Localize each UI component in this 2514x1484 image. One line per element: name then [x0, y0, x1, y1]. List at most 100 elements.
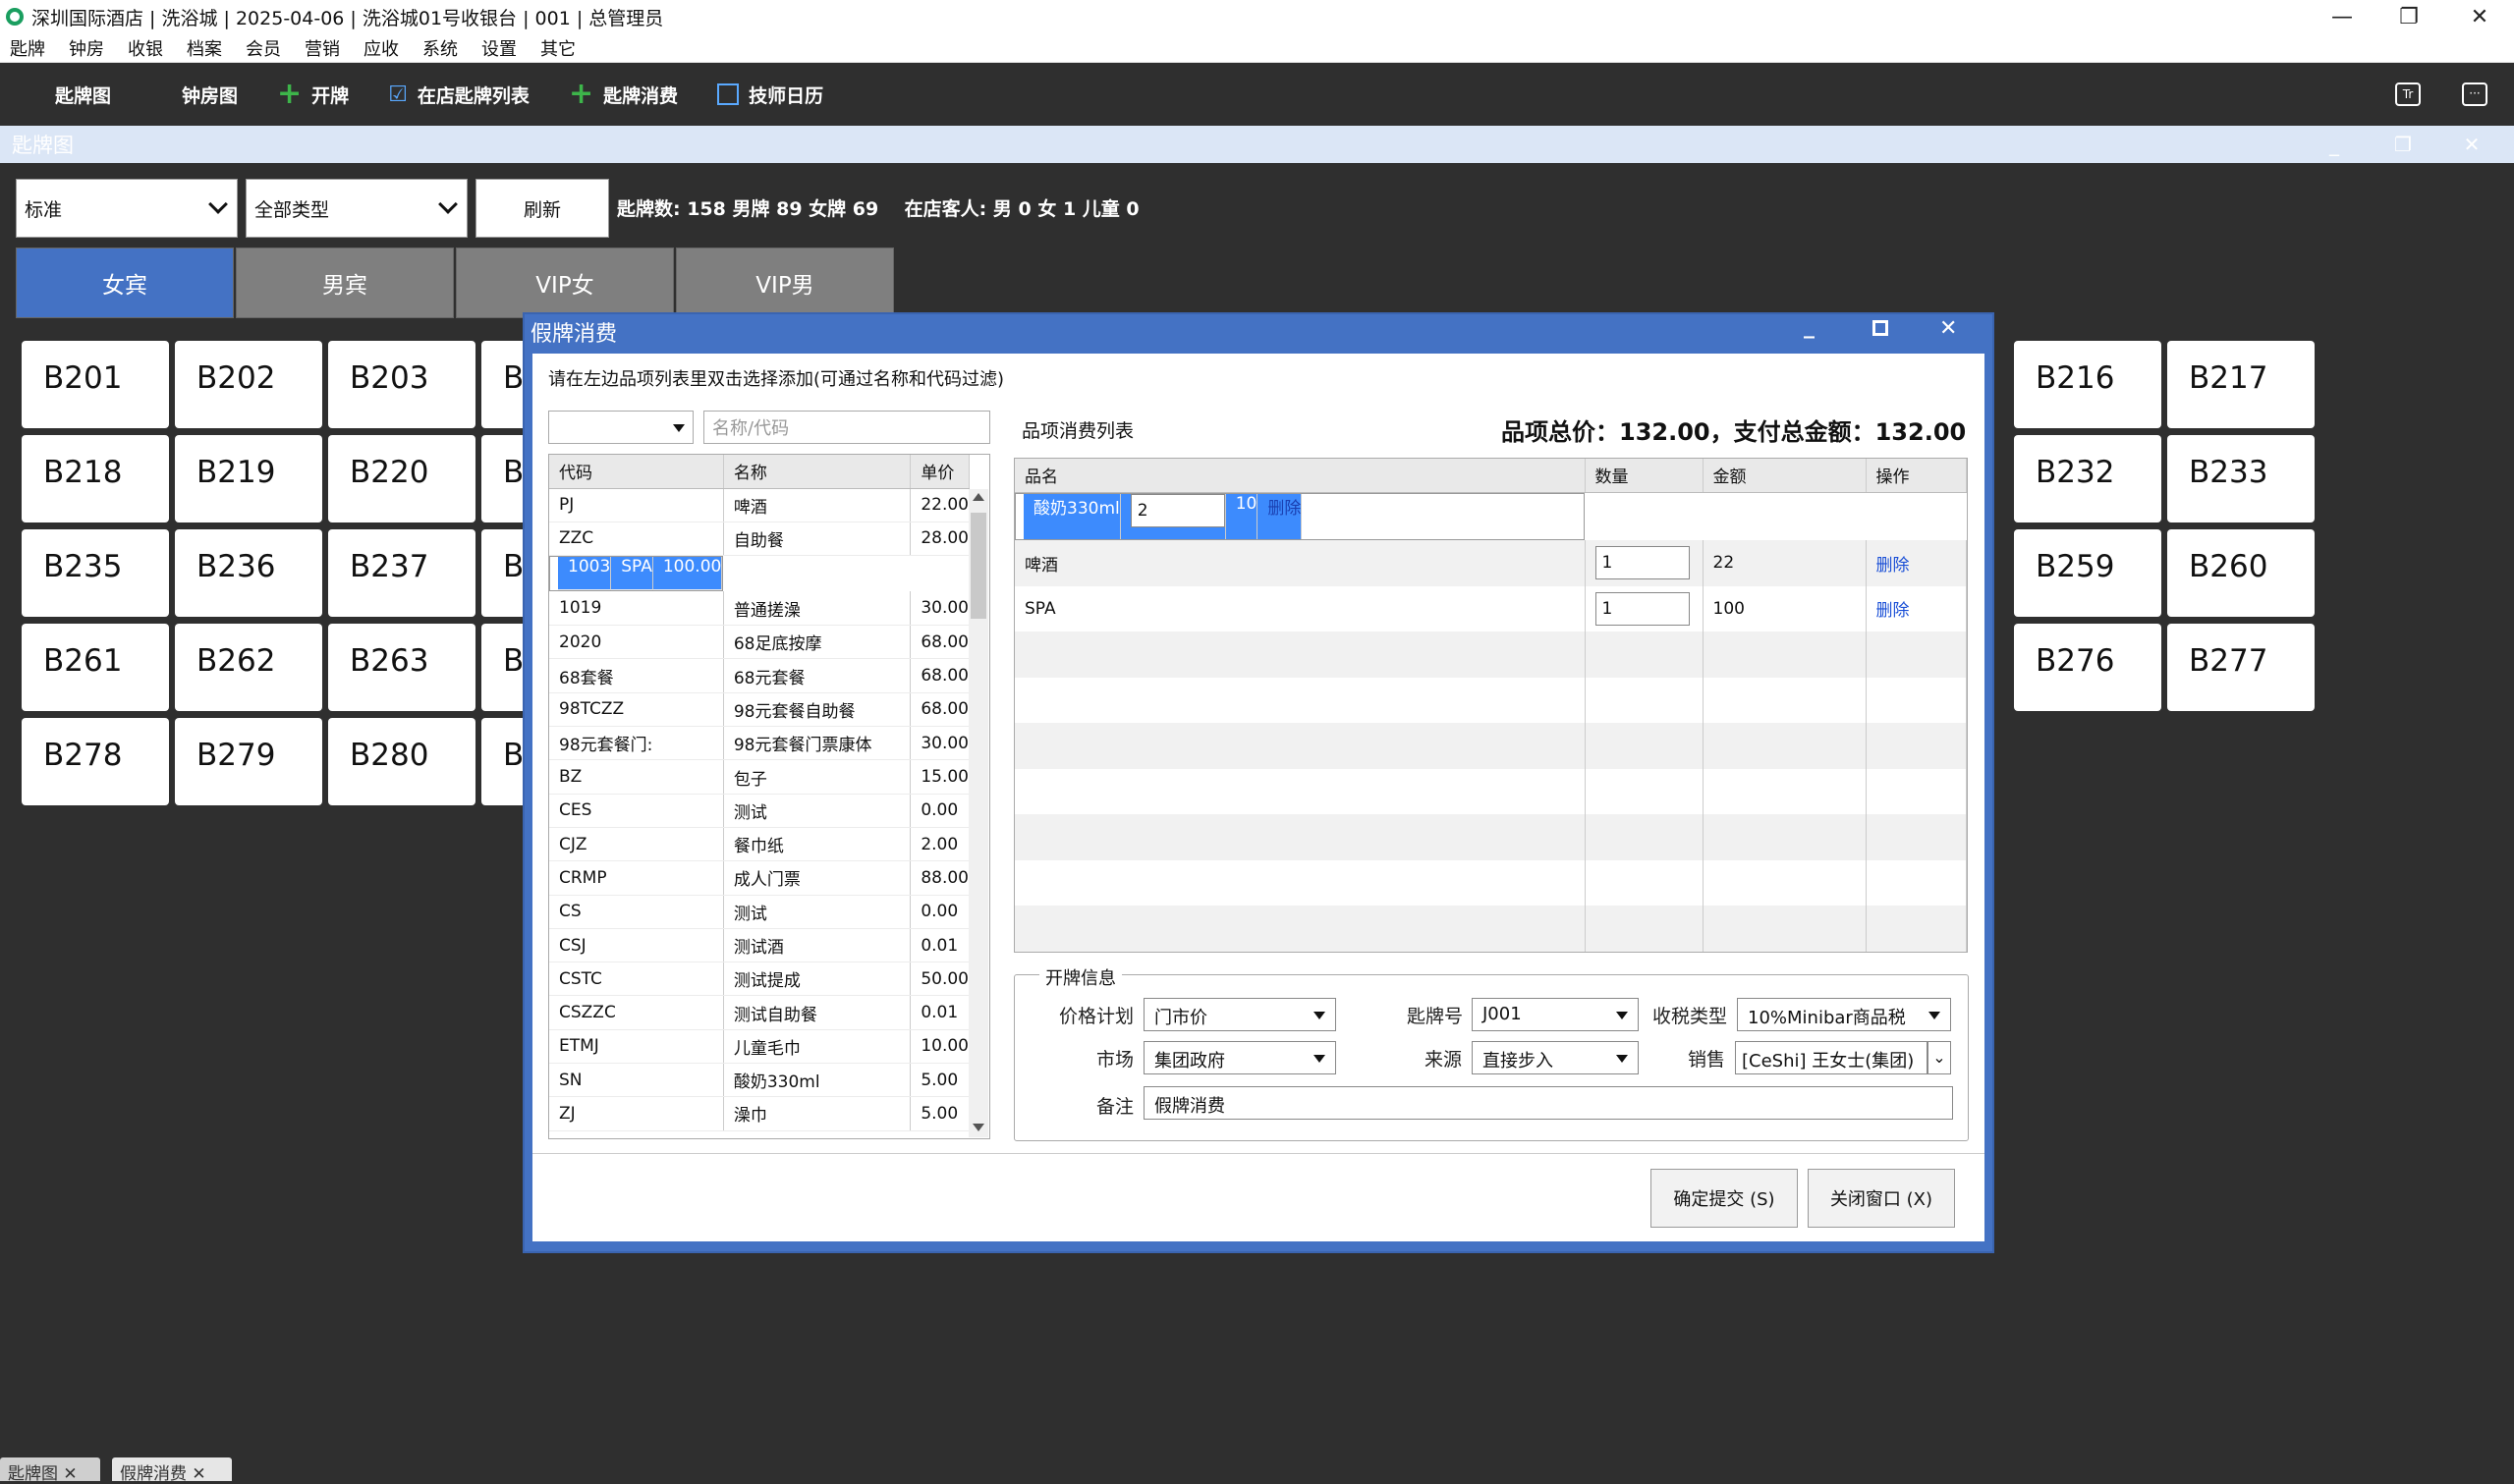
menu-item[interactable]: 档案: [187, 35, 222, 61]
room-card[interactable]: B201: [22, 341, 169, 428]
list-item[interactable]: 68套餐 68元套餐 68.00: [549, 658, 970, 693]
list-item[interactable]: CES 测试 0.00: [549, 794, 970, 828]
tab-female[interactable]: 女宾: [16, 247, 234, 318]
price-plan-select[interactable]: 门市价: [1144, 998, 1336, 1031]
col-name[interactable]: 名称: [723, 455, 912, 489]
scroll-up-icon[interactable]: [973, 493, 984, 501]
menu-item[interactable]: 设置: [481, 35, 517, 61]
delete-link[interactable]: 删除: [1267, 499, 1301, 519]
room-card[interactable]: B218: [22, 435, 169, 522]
market-select[interactable]: 集团政府: [1144, 1041, 1336, 1074]
room-card[interactable]: B220: [328, 435, 475, 522]
table-row[interactable]: [1015, 768, 1967, 814]
type-select[interactable]: 全部类型: [246, 179, 468, 238]
table-row[interactable]: [1015, 632, 1967, 678]
room-card[interactable]: B233: [2167, 435, 2315, 522]
table-row[interactable]: 啤酒 1 22 删除: [1015, 540, 1967, 586]
table-row[interactable]: [1015, 723, 1967, 769]
dialog-close-button[interactable]: ✕: [1939, 316, 1957, 341]
room-card[interactable]: B280: [328, 718, 475, 805]
table-row[interactable]: [1015, 906, 1967, 952]
scrollbar-thumb[interactable]: [971, 513, 986, 619]
toolbar-card-consume-button[interactable]: + 匙牌消费: [569, 80, 678, 109]
subwindow-restore-button[interactable]: ❐: [2383, 126, 2423, 163]
room-card[interactable]: B235: [22, 529, 169, 617]
menu-item[interactable]: 其它: [540, 35, 576, 61]
sales-select[interactable]: [CeShi] 王女士(集团): [1735, 1041, 1927, 1074]
card-number-select[interactable]: J001: [1472, 998, 1639, 1031]
room-card[interactable]: B259: [2014, 529, 2161, 617]
dialog-minimize-button[interactable]: _: [1804, 314, 1815, 339]
source-select[interactable]: 直接步入: [1472, 1041, 1639, 1074]
list-item[interactable]: 1019 普通搓澡 30.00: [549, 591, 970, 627]
room-card[interactable]: B277: [2167, 624, 2315, 711]
minimize-button[interactable]: —: [2309, 0, 2375, 33]
list-item[interactable]: CS 测试 0.00: [549, 895, 970, 929]
toolbar-clock-room-button[interactable]: 钟房图: [150, 82, 238, 108]
close-icon[interactable]: ✕: [63, 1464, 77, 1484]
bottom-tab-fake-consume[interactable]: 假牌消费 ✕: [112, 1457, 232, 1484]
close-icon[interactable]: ✕: [192, 1464, 205, 1484]
note-input[interactable]: 假牌消费: [1144, 1086, 1953, 1120]
menu-item[interactable]: 系统: [422, 35, 458, 61]
room-card[interactable]: B237: [328, 529, 475, 617]
list-item[interactable]: CJZ 餐巾纸 2.00: [549, 827, 970, 862]
room-card[interactable]: B219: [175, 435, 322, 522]
room-card[interactable]: B217: [2167, 341, 2315, 428]
submit-button[interactable]: 确定提交 (S): [1650, 1169, 1798, 1228]
menu-item[interactable]: 营销: [305, 35, 340, 61]
menu-item[interactable]: 匙牌: [10, 35, 45, 61]
tab-vip-female[interactable]: VIP女: [456, 247, 674, 318]
menu-item[interactable]: 会员: [246, 35, 281, 61]
list-item[interactable]: 2020 68足底按摩 68.00: [549, 625, 970, 660]
room-card[interactable]: B236: [175, 529, 322, 617]
refresh-button[interactable]: 刷新: [475, 179, 609, 238]
menu-item[interactable]: 应收: [363, 35, 399, 61]
room-card[interactable]: B232: [2014, 435, 2161, 522]
list-item[interactable]: CSTC 测试提成 50.00: [549, 962, 970, 997]
room-card[interactable]: B262: [175, 624, 322, 711]
list-item[interactable]: CRMP 成人门票 88.00: [549, 860, 970, 896]
col-item-name[interactable]: 品名: [1015, 459, 1586, 493]
room-card[interactable]: B279: [175, 718, 322, 805]
delete-link[interactable]: 删除: [1876, 556, 1910, 576]
scrollbar[interactable]: [969, 489, 988, 1137]
menu-item[interactable]: 钟房: [69, 35, 104, 61]
table-row[interactable]: 酸奶330ml 2 10 删除: [1015, 492, 1585, 540]
qty-input[interactable]: 2: [1130, 493, 1225, 527]
mode-select[interactable]: 标准: [16, 179, 238, 238]
room-card[interactable]: B263: [328, 624, 475, 711]
room-card[interactable]: B202: [175, 341, 322, 428]
menu-item[interactable]: 收银: [128, 35, 163, 61]
list-item[interactable]: CSZZC 测试自助餐 0.01: [549, 995, 970, 1030]
list-item[interactable]: PJ 啤酒 22.00: [549, 488, 970, 522]
scroll-down-icon[interactable]: [973, 1124, 984, 1131]
list-item[interactable]: 1003 SPA 100.00: [549, 556, 724, 592]
col-qty[interactable]: 数量: [1585, 459, 1704, 493]
double-chevron-down-icon[interactable]: ⌄: [1927, 1041, 1951, 1074]
col-code[interactable]: 代码: [549, 455, 724, 489]
list-item[interactable]: BZ 包子 15.00: [549, 759, 970, 795]
item-search-input[interactable]: 名称/代码: [703, 411, 990, 444]
list-item[interactable]: CSJ 测试酒 0.01: [549, 928, 970, 963]
list-item[interactable]: SN 酸奶330ml 5.00: [549, 1063, 970, 1098]
table-row[interactable]: SPA 1 100 删除: [1015, 585, 1967, 632]
toolbar-card-map-button[interactable]: 匙牌图: [24, 82, 111, 108]
room-card[interactable]: B261: [22, 624, 169, 711]
room-card[interactable]: B260: [2167, 529, 2315, 617]
font-size-icon[interactable]: Tr: [2395, 82, 2421, 106]
room-card[interactable]: B276: [2014, 624, 2161, 711]
room-card[interactable]: B203: [328, 341, 475, 428]
message-icon[interactable]: ···: [2462, 82, 2487, 106]
toolbar-open-card-button[interactable]: + 开牌: [277, 80, 349, 109]
room-card[interactable]: B216: [2014, 341, 2161, 428]
list-item[interactable]: 98TCZZ 98元套餐自助餐 68.00: [549, 692, 970, 728]
toolbar-in-store-list-button[interactable]: ☑ 在店匙牌列表: [388, 82, 530, 108]
close-button[interactable]: ✕: [2446, 0, 2513, 33]
bottom-tab-card-map[interactable]: 匙牌图 ✕: [0, 1457, 100, 1484]
col-price[interactable]: 单价: [910, 455, 970, 489]
subwindow-minimize-button[interactable]: _: [2315, 126, 2354, 163]
list-item[interactable]: ZJ 澡巾 5.00: [549, 1096, 970, 1131]
close-window-button[interactable]: 关闭窗口 (X): [1808, 1169, 1955, 1228]
table-row[interactable]: [1015, 814, 1967, 860]
